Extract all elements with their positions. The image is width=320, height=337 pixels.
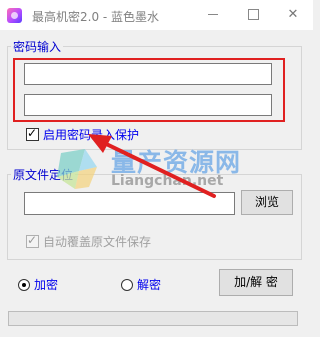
protect-checkbox[interactable]: 启用密码录入保护 (26, 126, 139, 143)
progress-bar (8, 311, 298, 326)
encrypt-decrypt-button[interactable]: 加/解 密 (219, 269, 293, 296)
decrypt-radio[interactable]: 解密 (121, 276, 161, 293)
file-path-input[interactable] (24, 192, 235, 215)
minimize-icon (208, 14, 218, 15)
protect-checkbox-label: 启用密码录入保护 (43, 128, 140, 142)
maximize-icon (247, 9, 259, 20)
window-title: 最高机密2.0 - 蓝色墨水 (32, 10, 160, 24)
encrypt-radio-dot[interactable] (18, 278, 30, 291)
protect-checkbox-box[interactable] (26, 126, 39, 141)
close-icon: ✕ (287, 7, 299, 22)
watermark-logo-icon (57, 149, 97, 189)
encrypt-radio-label: 加密 (34, 278, 59, 292)
close-button[interactable]: ✕ (273, 0, 313, 30)
overwrite-checkbox-label: 自动覆盖原文件保存 (43, 235, 152, 249)
overwrite-checkbox[interactable]: 自动覆盖原文件保存 (26, 233, 151, 250)
browse-button[interactable]: 浏览 (241, 190, 293, 215)
watermark: 量产资源网 Liangchan.net (55, 143, 275, 193)
decrypt-radio-dot[interactable] (121, 278, 133, 291)
title-bar: 最高机密2.0 - 蓝色墨水 ✕ (0, 0, 313, 30)
overwrite-checkbox-box[interactable] (26, 233, 39, 248)
maximize-button[interactable] (233, 0, 273, 30)
minimize-button[interactable] (193, 0, 233, 30)
watermark-url: Liangchan.net (111, 173, 224, 189)
password-group-legend: 密码输入 (13, 40, 62, 54)
highlight-box (13, 58, 285, 122)
decrypt-radio-label: 解密 (137, 278, 162, 292)
encrypt-radio[interactable]: 加密 (18, 276, 58, 293)
app-icon (7, 8, 22, 23)
